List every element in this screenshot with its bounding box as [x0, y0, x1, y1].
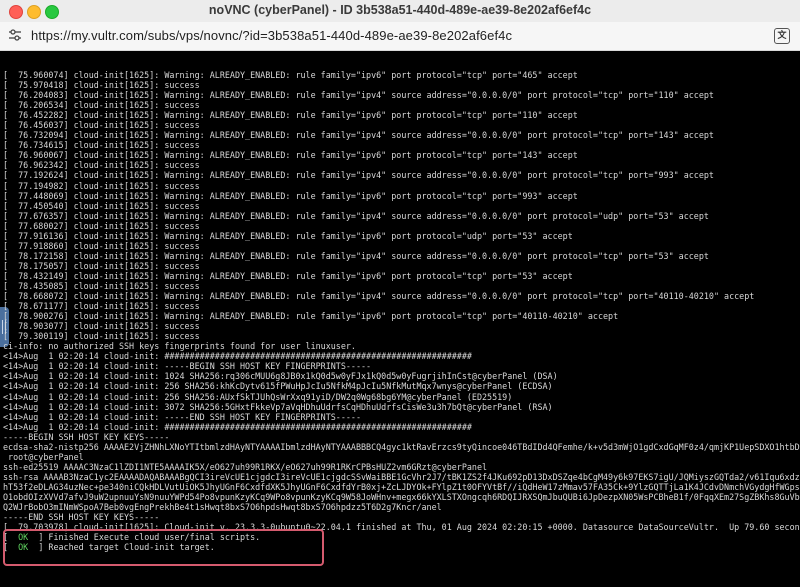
highlight-box [3, 529, 324, 566]
console-line: [ 78.900276] cloud-init[1625]: Warning: … [3, 311, 619, 322]
console-line: [ 77.918860] cloud-init[1625]: success [3, 240, 200, 251]
window-title: noVNC (cyberPanel) - ID 3b538a51-440d-48… [208, 3, 592, 17]
console-line: O1obdOIzXVVd7afvJ9uW2upnuuYsN9nuuYWPd54P… [3, 491, 800, 502]
console-line: [ 76.204083] cloud-init[1625]: Warning: … [3, 90, 714, 101]
console-output: [ 75.960074] cloud-init[1625]: Warning: … [3, 70, 800, 552]
console-line: [ 75.960074] cloud-init[1625]: Warning: … [3, 70, 578, 80]
console-line: ci-info: no authorized SSH keys fingerpr… [3, 341, 356, 352]
console-line: [ 77.680027] cloud-init[1625]: success [3, 220, 200, 231]
console-line: [ 76.960067] cloud-init[1625]: Warning: … [3, 150, 578, 161]
console-line: root@cyberPanel [3, 451, 84, 462]
console-line: [ 76.734615] cloud-init[1625]: success [3, 140, 200, 151]
tune-icon[interactable] [8, 28, 22, 42]
console-line: [ 77.448069] cloud-init[1625]: Warning: … [3, 190, 578, 201]
translate-icon[interactable]: 文 [774, 28, 790, 44]
console-line: [ 76.206534] cloud-init[1625]: success [3, 100, 200, 111]
console-line: <14>Aug 1 02:20:14 cloud-init: -----BEGI… [3, 361, 372, 372]
console-line: ssh-ed25519 AAAAC3NzaC1lZDI1NTE5AAAAIK5X… [3, 461, 488, 472]
url-text[interactable]: https://my.vultr.com/subs/vps/novnc/?id=… [31, 28, 512, 43]
console-line: [ 76.452282] cloud-init[1625]: Warning: … [3, 110, 578, 121]
console-line: <14>Aug 1 02:20:14 cloud-init: -----END … [3, 411, 361, 422]
console-line: ecdsa-sha2-nistp256 AAAAE2VjZHNhLXNoYTIt… [3, 441, 800, 452]
console-line: [ 76.732094] cloud-init[1625]: Warning: … [3, 130, 714, 141]
console-line: [ 77.194982] cloud-init[1625]: success [3, 180, 200, 191]
console-line: [ 77.450540] cloud-init[1625]: success [3, 200, 200, 211]
console-line: <14>Aug 1 02:20:14 cloud-init: 3072 SHA2… [3, 401, 553, 412]
vnc-console[interactable]: [ 75.960074] cloud-init[1625]: Warning: … [0, 51, 800, 587]
title-bar: noVNC (cyberPanel) - ID 3b538a51-440d-48… [0, 0, 800, 23]
console-line: [ 78.172158] cloud-init[1625]: Warning: … [3, 250, 709, 261]
address-bar[interactable]: https://my.vultr.com/subs/vps/novnc/?id=… [0, 22, 800, 51]
console-line: [ 76.456037] cloud-init[1625]: success [3, 120, 200, 131]
console-line: <14>Aug 1 02:20:14 cloud-init: #########… [3, 421, 472, 432]
console-line: [ 77.192624] cloud-init[1625]: Warning: … [3, 170, 714, 181]
console-line: [ 78.668072] cloud-init[1625]: Warning: … [3, 291, 755, 302]
console-line: [ 76.962342] cloud-init[1625]: success [3, 160, 200, 171]
console-line: -----END SSH HOST KEY KEYS----- [3, 512, 160, 523]
console-line: [ 78.671177] cloud-init[1625]: success [3, 301, 200, 312]
console-line: <14>Aug 1 02:20:14 cloud-init: 256 SHA25… [3, 381, 553, 392]
console-line: [ 78.432149] cloud-init[1625]: Warning: … [3, 270, 573, 281]
console-line: hT53f2eDLAG34uzNec+pe340niCQkHDLVutUiOK5… [3, 481, 800, 492]
console-line: <14>Aug 1 02:20:14 cloud-init: 256 SHA25… [3, 391, 513, 402]
console-line: Q2WJrBobO3mINmWSpoA7Beb0vgEngPrekhBe4t1s… [3, 502, 442, 513]
console-line: [ 78.903077] cloud-init[1625]: success [3, 321, 200, 332]
console-line: [ 75.970418] cloud-init[1625]: success [3, 80, 200, 91]
console-line: <14>Aug 1 02:20:14 cloud-init: #########… [3, 351, 472, 362]
console-line: [ 77.676357] cloud-init[1625]: Warning: … [3, 210, 709, 221]
console-line: [ 77.916136] cloud-init[1625]: Warning: … [3, 230, 573, 241]
console-line: -----BEGIN SSH HOST KEY KEYS----- [3, 431, 170, 442]
browser-window: noVNC (cyberPanel) - ID 3b538a51-440d-48… [0, 0, 800, 587]
console-line: <14>Aug 1 02:20:14 cloud-init: 1024 SHA2… [3, 371, 558, 382]
console-line: [ 78.175057] cloud-init[1625]: success [3, 260, 200, 271]
console-line: ssh-rsa AAAAB3NzaC1yc2EAAAADAQABAAABgQCI… [3, 471, 800, 482]
console-line: [ 79.300119] cloud-init[1625]: success [3, 331, 200, 342]
console-line: [ 78.435085] cloud-init[1625]: success [3, 280, 200, 291]
